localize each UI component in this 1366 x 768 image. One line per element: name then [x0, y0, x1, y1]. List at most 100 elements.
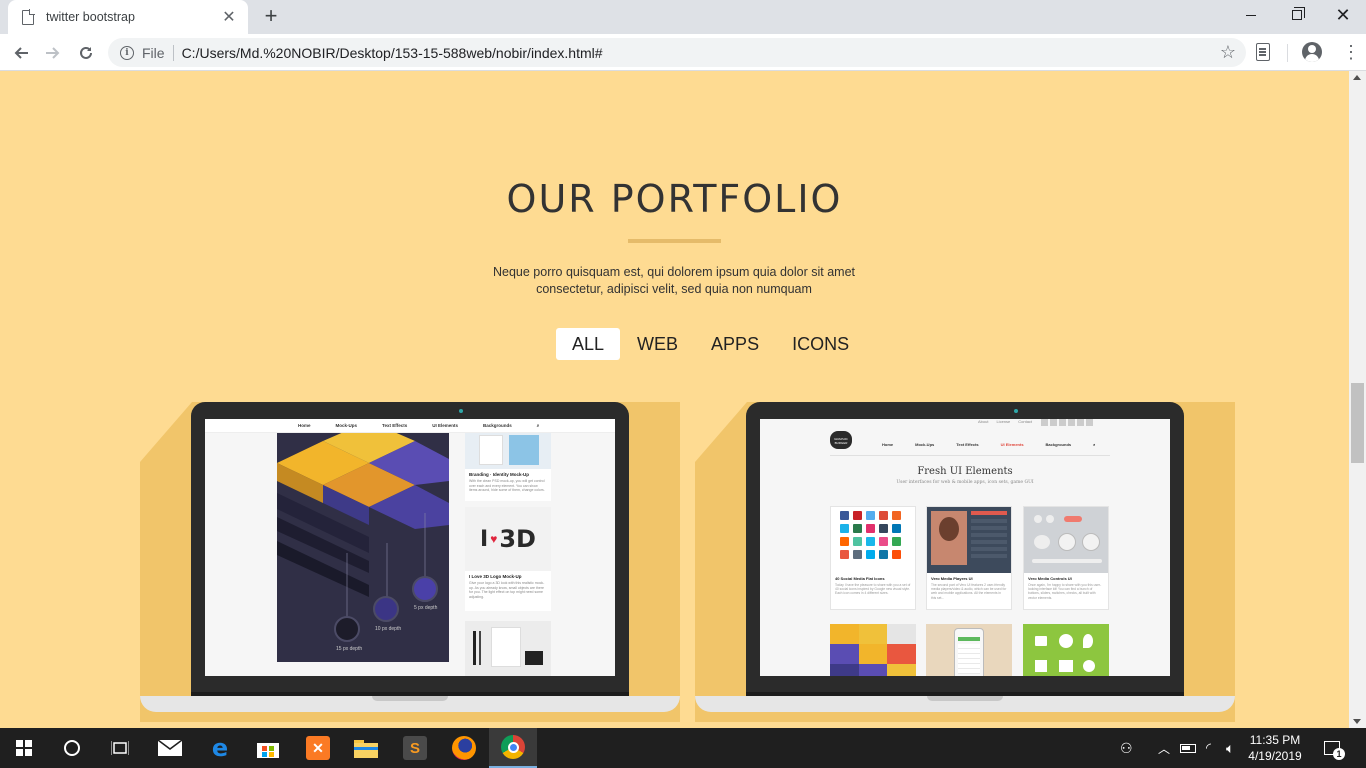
mini-logo: GRAPHIC BURGER: [830, 431, 852, 449]
restore-button[interactable]: [1274, 0, 1320, 30]
address-bar[interactable]: i File C:/Users/Md.%20NOBIR/Desktop/153-…: [108, 38, 1246, 67]
card-image: [465, 433, 551, 469]
minimize-button[interactable]: [1228, 0, 1274, 30]
laptop-base: [140, 696, 680, 712]
sublime-app[interactable]: S: [391, 728, 439, 768]
mini-nav-item: Text Effects: [382, 423, 408, 428]
portfolio-filters: ALL WEB APPS ICONS: [556, 328, 866, 360]
profile-icon[interactable]: [1302, 42, 1322, 62]
filter-icons[interactable]: ICONS: [776, 328, 865, 360]
task-view-button[interactable]: [96, 728, 144, 768]
volume-icon[interactable]: 🔈︎: [1226, 728, 1234, 768]
page-icon: [22, 9, 35, 25]
sublime-icon: S: [403, 736, 427, 760]
scroll-up-icon[interactable]: [1353, 75, 1361, 80]
mail-app[interactable]: [146, 728, 194, 768]
action-center-icon[interactable]: 1: [1324, 728, 1345, 768]
mini-nav-item: Backgrounds: [1045, 442, 1072, 447]
people-icon[interactable]: ⚇: [1120, 728, 1133, 768]
file-explorer-app[interactable]: [342, 728, 390, 768]
card-text: With the clean PSD mock-up, you will get…: [469, 479, 545, 492]
taskbar-clock[interactable]: 11:35 PM 4/19/2019: [1240, 732, 1310, 764]
scroll-down-icon[interactable]: [1353, 719, 1361, 724]
mini-nav-item: Mock-Ups: [335, 423, 358, 428]
forward-button[interactable]: [39, 39, 67, 67]
card-title: 40 Social Media Flat Icons: [835, 576, 885, 581]
mini-nav-item: Backgrounds: [482, 423, 512, 428]
mini-subheading: User interfaces for web & mobile apps, i…: [896, 480, 1034, 485]
wifi-icon[interactable]: ◜: [1206, 728, 1211, 768]
browser-tab[interactable]: twitter bootstrap ✕: [8, 0, 248, 34]
firefox-app[interactable]: [440, 728, 488, 768]
mini-nav-item: UI Elements: [432, 423, 458, 428]
extension-icon[interactable]: [1256, 43, 1270, 61]
tab-strip: twitter bootstrap ✕ + ✕: [0, 0, 1366, 34]
portfolio-card: [465, 621, 551, 676]
card-image: [1024, 507, 1108, 573]
portfolio-item-right[interactable]: About License Contact GRAPHIC BURGER Hom…: [695, 402, 1235, 722]
firefox-icon: [452, 736, 476, 760]
toolbar-separator: [1287, 44, 1288, 62]
menu-icon[interactable]: ⋮: [1342, 40, 1360, 64]
filter-apps[interactable]: APPS: [695, 328, 775, 360]
mini-nav-item: Home: [882, 442, 894, 447]
url-text[interactable]: C:/Users/Md.%20NOBIR/Desktop/153-15-588w…: [182, 45, 603, 61]
mini-nav: Home Mock-Ups Text Effects UI Elements B…: [882, 442, 1095, 447]
card-image: I ♥ 3D: [465, 507, 551, 571]
page-viewport: OUR PORTFOLIO Neque porro quisquam est, …: [0, 71, 1349, 728]
folder-icon: [354, 740, 378, 758]
mini-top-link: About: [978, 419, 989, 424]
windows-logo-icon: [16, 740, 32, 756]
camera-dot: [459, 409, 463, 413]
filter-web[interactable]: WEB: [621, 328, 694, 360]
filter-all[interactable]: ALL: [556, 328, 621, 360]
portfolio-description: Neque porro quisquam est, qui dolorem ip…: [493, 265, 855, 296]
tab-close-icon[interactable]: ✕: [220, 7, 238, 27]
mini-nav-item: Home: [298, 423, 311, 428]
card-text: The second part of Vero UI features 2 us…: [931, 583, 1007, 600]
card-title: Vero Media Players UI: [931, 576, 973, 581]
portfolio-card: I ♥ 3D I Love 3D Logo Mock-Up Give your …: [465, 507, 551, 611]
reload-button[interactable]: [72, 39, 100, 67]
windows-taskbar: e ✕ S ⚇ ︿ ◜ 🔈︎ 11:35 PM 4/19/2019 1: [0, 728, 1366, 768]
depth-disc: [412, 576, 438, 602]
portfolio-card: [1023, 624, 1109, 676]
clock-date: 4/19/2019: [1248, 749, 1302, 763]
mini-heading: Fresh UI Elements: [917, 466, 1013, 477]
portfolio-item-left[interactable]: Home Mock-Ups Text Effects UI Elements B…: [140, 402, 680, 722]
scroll-thumb[interactable]: [1351, 383, 1364, 463]
mini-nav-item: Text Effects: [956, 442, 979, 447]
bookmark-star-icon[interactable]: ☆: [1220, 42, 1236, 63]
portfolio-card: 40 Social Media Flat Icons Today I have …: [830, 506, 916, 610]
browser-toolbar: i File C:/Users/Md.%20NOBIR/Desktop/153-…: [0, 34, 1366, 71]
battery-icon[interactable]: [1180, 728, 1196, 768]
mail-icon: [158, 740, 182, 756]
search-icon: ⌕: [1093, 442, 1096, 447]
mini-top-links: About License Contact: [978, 419, 1032, 424]
card-title: I Love 3D Logo Mock-Up: [469, 574, 522, 579]
mini-nav-item: Mock-Ups: [915, 442, 935, 447]
chrome-icon: [501, 735, 525, 759]
search-button[interactable]: [48, 728, 96, 768]
start-button[interactable]: [0, 728, 48, 768]
info-icon[interactable]: i: [120, 45, 134, 60]
store-app[interactable]: [244, 728, 292, 768]
card-title: Vero Media Controls UI: [1028, 576, 1072, 581]
edge-app[interactable]: e: [196, 728, 244, 768]
new-tab-button[interactable]: +: [258, 4, 284, 30]
task-view-icon: [111, 741, 129, 755]
page-scrollbar[interactable]: [1349, 71, 1366, 728]
portfolio-card: [830, 624, 916, 676]
chrome-app[interactable]: [489, 728, 537, 768]
back-button[interactable]: [7, 39, 35, 67]
laptop-screen: Home Mock-Ups Text Effects UI Elements B…: [205, 419, 615, 676]
depth-label: 10 px depth: [375, 626, 402, 632]
store-icon: [257, 743, 279, 758]
tray-expand-icon[interactable]: ︿: [1158, 728, 1170, 768]
mini-nav: Home Mock-Ups Text Effects UI Elements B…: [205, 419, 615, 433]
xampp-app[interactable]: ✕: [294, 728, 342, 768]
close-window-button[interactable]: ✕: [1320, 0, 1366, 30]
mini-nav-item: UI Elements: [1000, 442, 1024, 447]
portfolio-card: Vero Media Players UI The second part of…: [926, 506, 1012, 610]
isometric-illustration: [277, 421, 449, 623]
